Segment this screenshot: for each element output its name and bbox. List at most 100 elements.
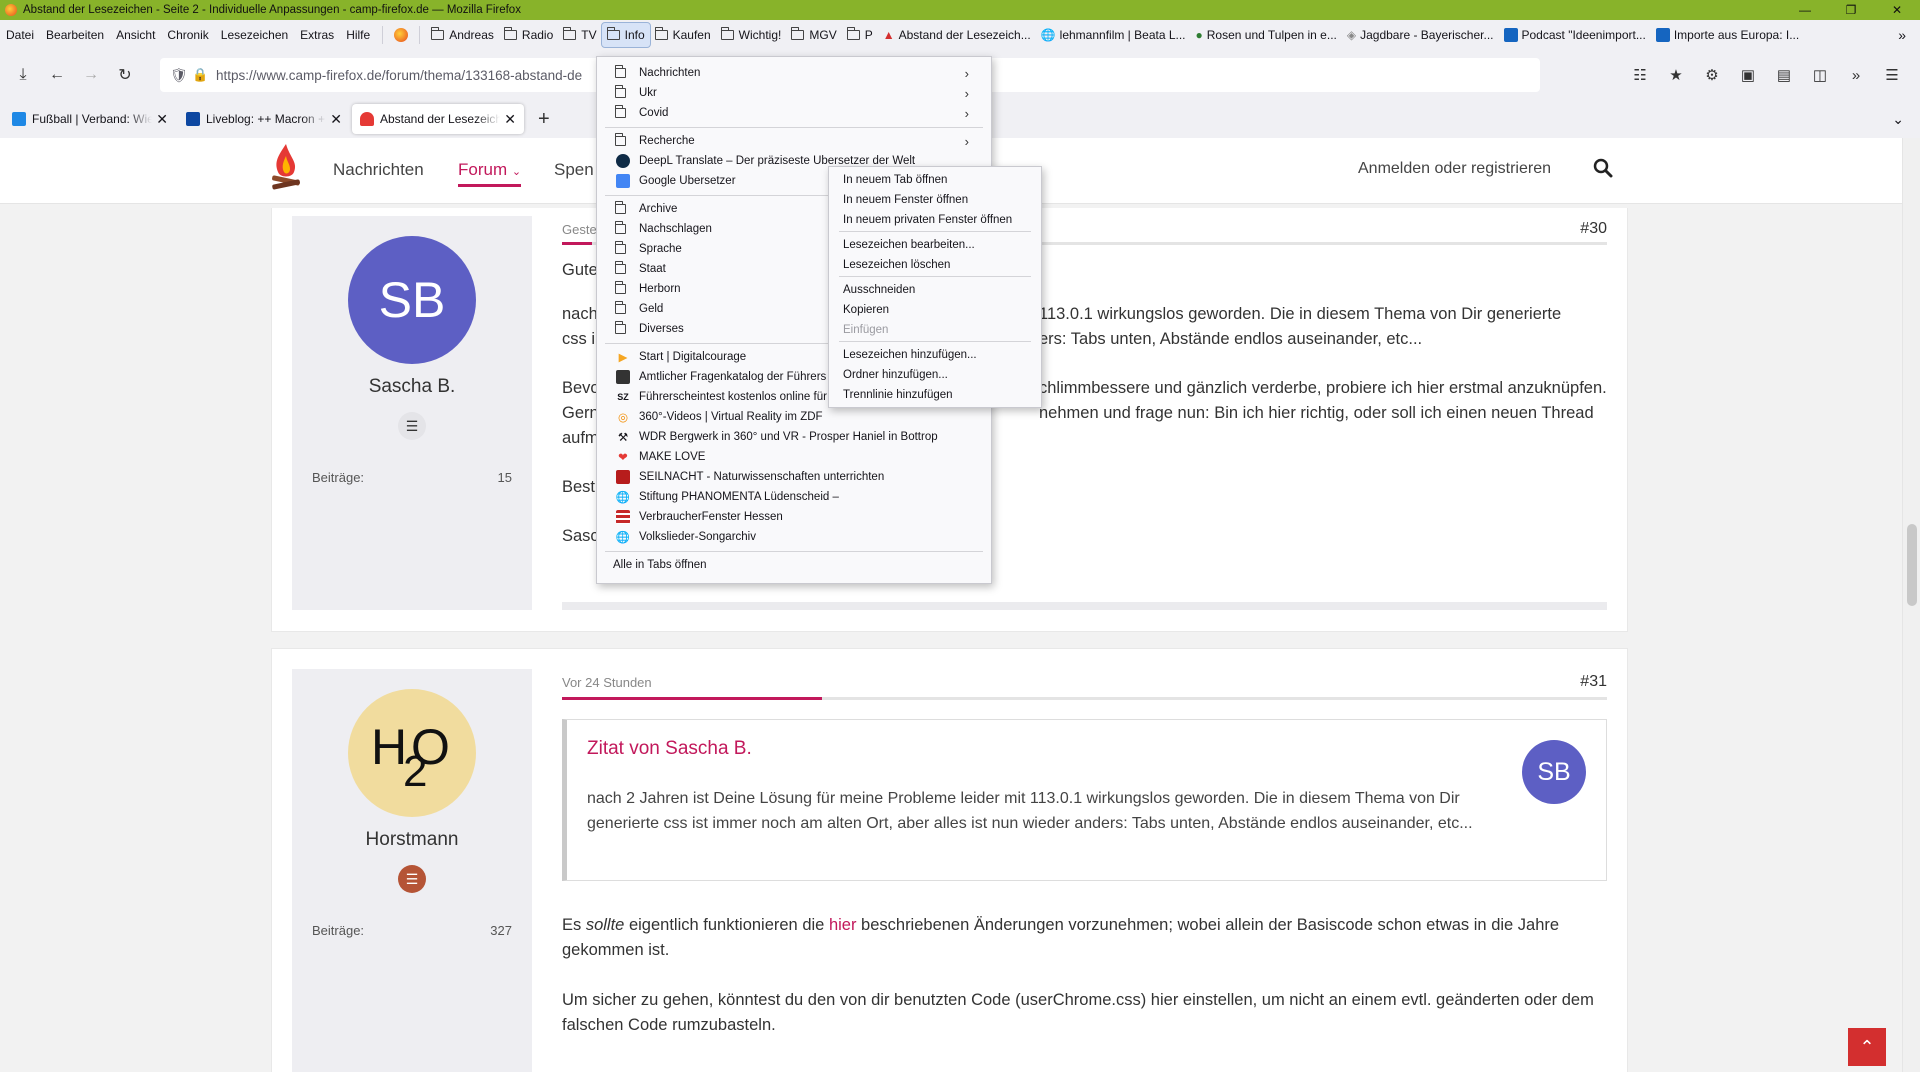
download-icon[interactable]: ⤓ bbox=[6, 66, 40, 84]
bookmark-lehmannfilm[interactable]: 🌐 lehmannfilm | Beata L... bbox=[1036, 23, 1191, 47]
overflow-icon[interactable]: » bbox=[1838, 67, 1874, 84]
avatar[interactable]: SB bbox=[348, 236, 476, 364]
bookmark-folder-tv[interactable]: TV bbox=[558, 23, 601, 47]
tab-liveblog[interactable]: Liveblog: ++ Macron ++ ✕ bbox=[178, 104, 350, 134]
dropdown-folder-recherche[interactable]: Recherche › bbox=[615, 131, 981, 151]
bookmark-folder-kaufen[interactable]: Kaufen bbox=[650, 23, 716, 47]
menu-lesezeichen[interactable]: Lesezeichen bbox=[215, 20, 294, 50]
search-icon[interactable] bbox=[1593, 158, 1613, 178]
bookmark-folder-radio[interactable]: Radio bbox=[499, 23, 558, 47]
post-divider-accent bbox=[562, 242, 592, 245]
scrollbar-thumb[interactable] bbox=[1907, 524, 1917, 606]
ctx-add-folder[interactable]: Ordner hinzufügen... bbox=[843, 366, 1033, 384]
close-tab-icon[interactable]: ✕ bbox=[156, 111, 168, 128]
addon-badge-icon[interactable]: ▣ bbox=[1730, 66, 1766, 84]
ctx-open-new-tab[interactable]: In neuem Tab öffnen bbox=[843, 171, 1033, 189]
sync-icon[interactable]: ▤ bbox=[1766, 66, 1802, 84]
bookmark-jagdbare[interactable]: ◈ Jagdbare - Bayerischer... bbox=[1342, 23, 1499, 47]
dropdown-bookmark-seilnacht[interactable]: SEILNACHT - Naturwissenschaften unterric… bbox=[615, 467, 981, 487]
nav-forum[interactable]: Forum ⌄ bbox=[458, 160, 522, 187]
dropdown-bookmark-makelove[interactable]: ❤ MAKE LOVE bbox=[615, 447, 981, 467]
bookmark-rosen[interactable]: ● Rosen und Tulpen in e... bbox=[1191, 23, 1342, 47]
scroll-to-top-button[interactable]: ⌃ bbox=[1848, 1028, 1886, 1066]
svg-text:O: O bbox=[411, 719, 450, 775]
page-scrollbar[interactable] bbox=[1902, 138, 1920, 1072]
reload-icon[interactable]: ↻ bbox=[108, 65, 142, 85]
login-link[interactable]: Anmelden oder registrieren bbox=[1358, 160, 1551, 178]
ctx-open-private-window[interactable]: In neuem privaten Fenster öffnen bbox=[843, 211, 1033, 229]
bookmarks-overflow-icon[interactable]: » bbox=[1898, 20, 1906, 50]
bookmark-star-icon[interactable]: ★ bbox=[1658, 66, 1694, 84]
dropdown-folder-covid[interactable]: Covid › bbox=[615, 103, 981, 123]
new-tab-icon[interactable]: + bbox=[526, 108, 562, 131]
restore-icon[interactable]: ❐ bbox=[1828, 0, 1874, 20]
hamburger-menu-icon[interactable]: ☰ bbox=[1874, 66, 1910, 84]
avatar[interactable]: H 2 O bbox=[348, 689, 476, 817]
lock-icon[interactable]: 🔒 bbox=[192, 67, 208, 83]
quote-title[interactable]: Zitat von Sascha B. bbox=[587, 738, 752, 760]
hier-link[interactable]: hier bbox=[829, 916, 857, 934]
tab-title: Abstand der Lesezeich bbox=[380, 112, 501, 126]
bookmark-folder-wichtig[interactable]: Wichtig! bbox=[716, 23, 787, 47]
bookmark-folder-info[interactable]: Info bbox=[600, 22, 651, 48]
dropdown-folder-ukr[interactable]: Ukr › bbox=[615, 83, 981, 103]
firefox-bookmark-icon[interactable] bbox=[389, 23, 413, 47]
ctx-copy[interactable]: Kopieren bbox=[843, 301, 1033, 319]
minimize-icon[interactable]: — bbox=[1782, 0, 1828, 20]
camp-firefox-logo[interactable] bbox=[268, 142, 304, 194]
bookmark-podcast[interactable]: Podcast "Ideenimport... bbox=[1499, 23, 1651, 47]
dropdown-bookmark-phaenomenta[interactable]: 🌐 Stiftung PHÄNOMENTA Lüdenscheid – bbox=[615, 487, 981, 507]
bookmark-label: Wichtig! bbox=[738, 28, 782, 42]
bookmark-abstand[interactable]: ▲ Abstand der Lesezeich... bbox=[878, 23, 1036, 47]
author-name[interactable]: Horstmann bbox=[292, 829, 532, 851]
item-label: Sprache bbox=[639, 243, 682, 255]
puzzle-icon[interactable]: ◫ bbox=[1802, 66, 1838, 84]
translate-icon[interactable]: ☷ bbox=[1622, 66, 1658, 84]
close-tab-icon[interactable]: ✕ bbox=[330, 111, 342, 128]
dropdown-bookmark-wdr[interactable]: ⚒ WDR Bergwerk in 360° und VR - Prosper H… bbox=[615, 427, 981, 447]
window-titlebar: Abstand der Lesezeichen - Seite 2 - Indi… bbox=[0, 0, 1920, 20]
post-number[interactable]: #31 bbox=[1580, 673, 1607, 691]
bookmark-folder-mgv[interactable]: MGV bbox=[786, 23, 841, 47]
folder-icon bbox=[654, 27, 668, 40]
dropdown-bookmark-volkslieder[interactable]: 🌐 Volkslieder-Songarchiv bbox=[615, 527, 981, 547]
ctx-cut[interactable]: Ausschneiden bbox=[843, 281, 1033, 299]
nav-nachrichten[interactable]: Nachrichten bbox=[333, 160, 424, 180]
tab-abstand[interactable]: Abstand der Lesezeich ✕ bbox=[352, 104, 524, 134]
ctx-add-separator[interactable]: Trennlinie hinzufügen bbox=[843, 386, 1033, 404]
post-date[interactable]: Vor 24 Stunden bbox=[562, 675, 652, 690]
author-name[interactable]: Sascha B. bbox=[292, 376, 532, 398]
back-icon[interactable]: ← bbox=[40, 66, 74, 84]
ctx-delete-bookmark[interactable]: Lesezeichen löschen bbox=[843, 256, 1033, 274]
extension-icon[interactable]: ⚙ bbox=[1694, 66, 1730, 84]
menu-chronik[interactable]: Chronik bbox=[161, 20, 214, 50]
bookmark-importe[interactable]: Importe aus Europa: I... bbox=[1651, 23, 1804, 47]
menu-datei[interactable]: Datei bbox=[0, 20, 40, 50]
menu-ansicht[interactable]: Ansicht bbox=[110, 20, 161, 50]
ctx-open-new-window[interactable]: In neuem Fenster öffnen bbox=[843, 191, 1033, 209]
post-number[interactable]: #30 bbox=[1580, 220, 1607, 238]
bookmark-folder-p[interactable]: P bbox=[842, 23, 878, 47]
menu-extras[interactable]: Extras bbox=[294, 20, 340, 50]
quote-avatar[interactable]: SB bbox=[1522, 740, 1586, 804]
tab-list-icon[interactable]: ⌄ bbox=[1892, 111, 1904, 128]
ctx-add-bookmark[interactable]: Lesezeichen hinzufügen... bbox=[843, 346, 1033, 364]
tab-fussball[interactable]: Fußball | Verband: Wie ✕ bbox=[4, 104, 176, 134]
dropdown-bookmark-zdf[interactable]: ◎ 360°-Videos | Virtual Reality im ZDF bbox=[615, 407, 981, 427]
menu-bearbeiten[interactable]: Bearbeiten bbox=[40, 20, 110, 50]
post-date[interactable]: Geste bbox=[562, 222, 597, 237]
open-all-in-tabs[interactable]: Alle in Tabs öffnen bbox=[613, 555, 981, 575]
close-tab-icon[interactable]: ✕ bbox=[504, 111, 516, 128]
menu-hilfe[interactable]: Hilfe bbox=[340, 20, 376, 50]
dropdown-bookmark-verbraucherfenster[interactable]: VerbraucherFenster Hessen bbox=[615, 507, 981, 527]
dropdown-folder-nachrichten[interactable]: Nachrichten › bbox=[615, 63, 981, 83]
tracking-shield-icon[interactable]: 🛡 bbox=[170, 67, 188, 84]
bookmark-folder-andreas[interactable]: Andreas bbox=[426, 23, 499, 47]
forward-icon[interactable]: → bbox=[74, 66, 108, 84]
menu-separator bbox=[839, 276, 1031, 277]
nav-spenden[interactable]: Spen bbox=[554, 160, 594, 180]
ctx-edit-bookmark[interactable]: Lesezeichen bearbeiten... bbox=[843, 236, 1033, 254]
shield-icon: ◈ bbox=[1346, 28, 1357, 42]
item-label: MAKE LOVE bbox=[639, 451, 706, 463]
close-window-icon[interactable]: ✕ bbox=[1874, 0, 1920, 20]
